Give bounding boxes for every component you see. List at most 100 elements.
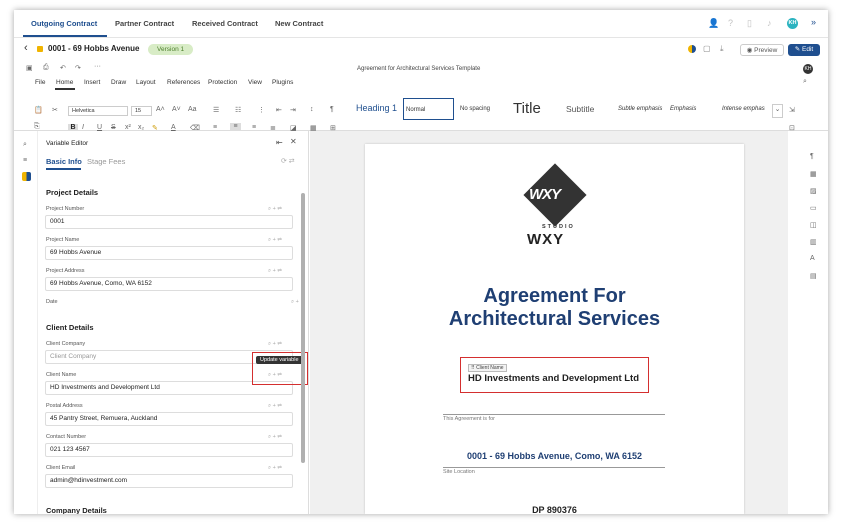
- project-name-field[interactable]: 69 Hobbs Avenue: [45, 246, 293, 260]
- refresh-icon[interactable]: ⟳ ⇄: [281, 157, 295, 165]
- field-actions-icon[interactable]: ⌕ + ⇄: [268, 341, 282, 348]
- font-color-icon[interactable]: A: [171, 124, 176, 131]
- tab-stage-fees[interactable]: Stage Fees: [87, 157, 125, 166]
- field-actions-icon[interactable]: ⌕ + ⇄: [268, 403, 282, 410]
- double-chevron-icon[interactable]: »: [811, 17, 816, 27]
- menu-protection[interactable]: Protection: [208, 79, 237, 86]
- mobile-icon[interactable]: ▯: [747, 18, 752, 29]
- shrink-font-icon[interactable]: A˅: [172, 106, 181, 113]
- client-name-variable[interactable]: HD Investments and Development Ltd: [468, 373, 639, 384]
- undo-icon[interactable]: ↶: [60, 64, 66, 72]
- help-icon[interactable]: ?: [728, 18, 733, 28]
- menu-insert[interactable]: Insert: [84, 79, 100, 86]
- copy-icon[interactable]: ⎘: [34, 123, 40, 131]
- back-icon[interactable]: ‹: [24, 42, 28, 54]
- contact-number-field[interactable]: 021 123 4567: [45, 443, 293, 457]
- form-settings-icon[interactable]: ▤: [810, 272, 817, 280]
- menu-layout[interactable]: Layout: [136, 79, 156, 86]
- menu-home[interactable]: Home: [56, 79, 73, 86]
- style-no-spacing[interactable]: No spacing: [458, 98, 490, 120]
- outdent-icon[interactable]: ⇤: [276, 106, 282, 114]
- user-icon[interactable]: 👤: [708, 18, 719, 29]
- indent-icon[interactable]: ⇥: [290, 106, 296, 114]
- postal-address-field[interactable]: 45 Pantry Street, Remuera, Auckland: [45, 412, 293, 426]
- field-actions-icon[interactable]: ⌕ + ⇄: [268, 268, 282, 275]
- save-icon[interactable]: ▣: [26, 64, 33, 72]
- change-case-icon[interactable]: Aa: [188, 106, 197, 113]
- tab-outgoing-contract[interactable]: Outgoing Contract: [31, 19, 97, 28]
- menu-draw[interactable]: Draw: [111, 79, 126, 86]
- field-actions-icon[interactable]: ⌕ + ⇄: [268, 206, 282, 213]
- style-normal[interactable]: Normal: [403, 98, 454, 120]
- menu-references[interactable]: References: [167, 79, 200, 86]
- font-select[interactable]: Helvetica: [68, 106, 128, 116]
- field-actions-icon[interactable]: ⌕ + ⇄: [268, 434, 282, 441]
- style-heading-1[interactable]: Heading 1: [354, 97, 397, 119]
- multilevel-list-icon[interactable]: ⋮: [258, 106, 265, 114]
- update-variable-tooltip[interactable]: Update variable: [256, 356, 303, 364]
- tab-new-contract[interactable]: New Contract: [275, 19, 323, 28]
- menu-file[interactable]: File: [35, 79, 45, 86]
- tab-basic-info[interactable]: Basic Info: [46, 157, 82, 166]
- search-icon[interactable]: ⌕: [803, 78, 807, 86]
- menu-view[interactable]: View: [248, 79, 262, 86]
- superscript-icon[interactable]: x²: [125, 124, 131, 131]
- document-icon[interactable]: ▢: [703, 44, 711, 53]
- align-left-icon[interactable]: ≡: [213, 124, 217, 131]
- menu-plugins[interactable]: Plugins: [272, 79, 293, 86]
- panel-scrollbar[interactable]: [301, 193, 305, 463]
- collapse-icon[interactable]: ⇤: [276, 138, 283, 147]
- subscript-icon[interactable]: x₂: [138, 124, 144, 131]
- styles-expand-icon[interactable]: ⌄: [772, 104, 783, 118]
- avatar[interactable]: KH: [787, 18, 798, 29]
- line-spacing-icon[interactable]: ↕: [310, 106, 314, 113]
- close-icon[interactable]: ✕: [290, 137, 297, 146]
- variables-icon[interactable]: [22, 172, 31, 181]
- tab-received-contract[interactable]: Received Contract: [192, 19, 258, 28]
- active-tab-indicator: [46, 168, 81, 170]
- redo-icon[interactable]: ↷: [75, 64, 81, 72]
- preview-button[interactable]: ◉ Preview: [740, 44, 784, 56]
- cut-icon[interactable]: ✂: [52, 106, 58, 114]
- style-title[interactable]: Title: [511, 98, 541, 120]
- align-right-icon[interactable]: ≡: [252, 124, 256, 131]
- table-settings-icon[interactable]: ▦: [810, 170, 817, 178]
- field-actions-icon[interactable]: ⌕ + ⇄: [268, 237, 282, 244]
- numbering-icon[interactable]: ☷: [235, 106, 241, 114]
- status-icon[interactable]: [688, 45, 696, 53]
- font-size-select[interactable]: 15: [131, 106, 152, 116]
- italic-icon[interactable]: I: [82, 124, 84, 131]
- bullets-icon[interactable]: ☰: [213, 106, 219, 114]
- header-footer-icon[interactable]: ▭: [810, 204, 817, 212]
- underline-icon[interactable]: U: [97, 124, 102, 131]
- more-icon[interactable]: ···: [94, 63, 101, 70]
- paste-icon[interactable]: 📋: [34, 106, 43, 114]
- style-subtle-emphasis[interactable]: Subtle emphasis: [616, 98, 662, 120]
- strikethrough-icon[interactable]: S: [111, 124, 116, 131]
- style-intense-emphasis[interactable]: Intense emphas: [720, 98, 765, 120]
- field-actions-icon[interactable]: ⌕ +: [291, 299, 299, 306]
- project-address-field[interactable]: 69 Hobbs Avenue, Como, WA 6152: [45, 277, 293, 291]
- chart-settings-icon[interactable]: ▥: [810, 238, 817, 246]
- project-number-field[interactable]: 0001: [45, 215, 293, 229]
- style-subtitle[interactable]: Subtitle: [564, 98, 594, 120]
- tab-partner-contract[interactable]: Partner Contract: [115, 19, 174, 28]
- style-emphasis[interactable]: Emphasis: [668, 98, 696, 120]
- download-icon[interactable]: ⤓: [720, 44, 724, 54]
- client-email-field[interactable]: admin@hdinvestment.com: [45, 474, 293, 488]
- shape-settings-icon[interactable]: ◫: [810, 221, 817, 229]
- search-icon[interactable]: ⌕: [23, 141, 27, 149]
- bell-icon[interactable]: ♪: [767, 18, 772, 28]
- edit-button[interactable]: ✎ Edit: [788, 44, 820, 56]
- select-all-icon[interactable]: ⊡: [789, 124, 795, 132]
- paragraph-settings-icon[interactable]: ¶: [810, 153, 814, 160]
- field-actions-icon[interactable]: ⌕ + ⇄: [268, 465, 282, 472]
- editor-avatar[interactable]: KH: [803, 64, 813, 74]
- image-settings-icon[interactable]: ▨: [810, 187, 817, 195]
- paragraph-icon[interactable]: ¶: [330, 106, 334, 113]
- list-icon[interactable]: ≡: [23, 157, 27, 164]
- text-art-icon[interactable]: A: [810, 255, 815, 262]
- copy-style-icon[interactable]: ⇲: [789, 106, 795, 114]
- print-icon[interactable]: ⎙: [43, 64, 49, 72]
- grow-font-icon[interactable]: A˄: [156, 106, 165, 113]
